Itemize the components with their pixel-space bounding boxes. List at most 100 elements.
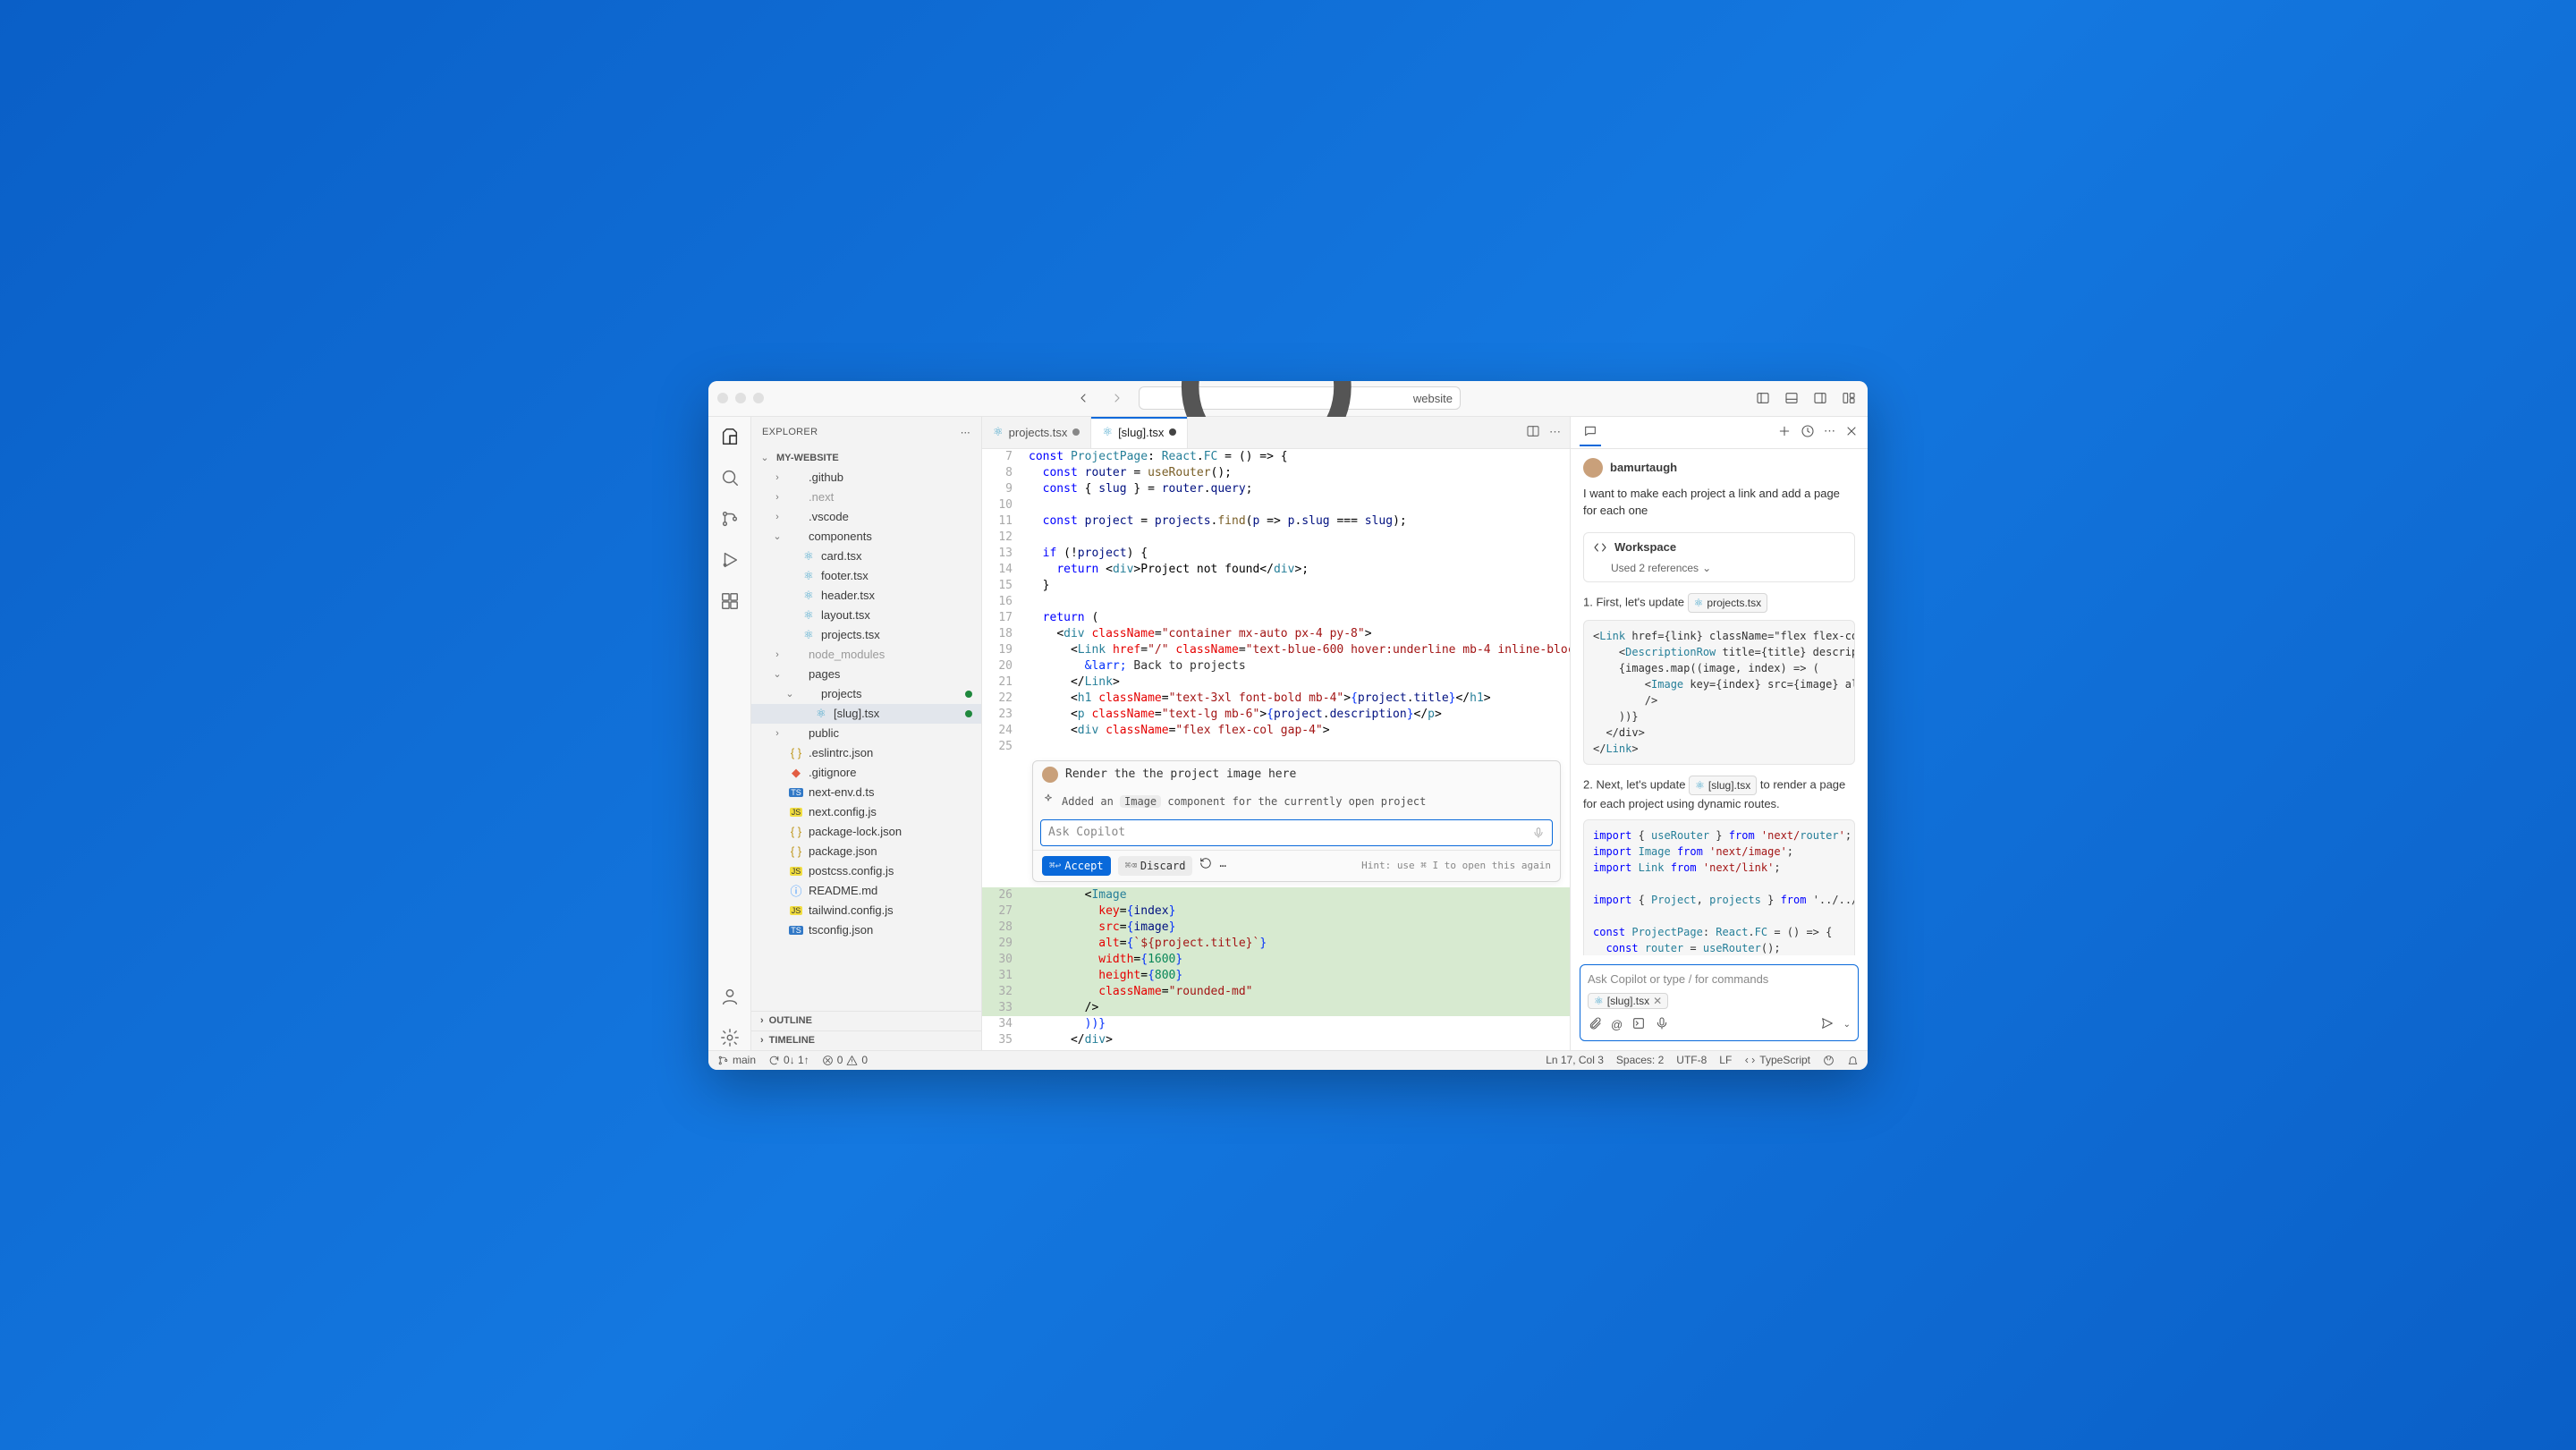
editor-more-icon[interactable]: ⋯ [1549,425,1561,439]
context-chip[interactable]: ⚛ [slug].tsx ✕ [1588,993,1668,1009]
chat-input[interactable]: Ask Copilot or type / for commands ⚛ [sl… [1580,964,1859,1041]
regenerate-icon[interactable] [1199,857,1212,874]
tree-file[interactable]: JSnext.config.js [751,802,981,822]
code-line[interactable]: 33 /> [982,1000,1570,1016]
code-line[interactable]: 18 <div className="container mx-auto px-… [982,626,1570,642]
code-line[interactable]: 12 [982,530,1570,546]
code-line[interactable]: 9 const { slug } = router.query; [982,481,1570,497]
chat-tab-icon[interactable] [1580,418,1601,446]
section-timeline[interactable]: ›TIMELINE [751,1030,981,1050]
split-editor-icon[interactable] [1526,424,1540,441]
tree-file[interactable]: JStailwind.config.js [751,901,981,920]
references-toggle[interactable]: Used 2 references ⌄ [1584,562,1854,581]
sync-indicator[interactable]: 0↓ 1↑ [768,1054,809,1066]
code-line[interactable]: 27 key={index} [982,903,1570,920]
search-icon[interactable] [717,465,742,490]
code-line[interactable]: 24 <div className="flex flex-col gap-4"> [982,723,1570,739]
branch-indicator[interactable]: main [717,1054,756,1066]
explorer-more-icon[interactable]: ⋯ [961,427,970,438]
tree-file[interactable]: ⚛footer.tsx [751,566,981,586]
indentation[interactable]: Spaces: 2 [1616,1054,1664,1066]
code-line[interactable]: 19 <Link href="/" className="text-blue-6… [982,642,1570,658]
tree-file[interactable]: { }.eslintrc.json [751,743,981,763]
code-line[interactable]: 25 [982,739,1570,755]
code-line[interactable]: 35 </div> [982,1032,1570,1048]
panel-close-icon[interactable] [1844,424,1859,441]
code-line[interactable]: 8 const router = useRouter(); [982,465,1570,481]
gear-icon[interactable] [717,1025,742,1050]
root-folder[interactable]: ⌄ MY-WEBSITE [751,448,981,468]
tree-folder[interactable]: ⌄components [751,527,981,547]
command-center[interactable]: website [1139,386,1461,410]
code-line[interactable]: 34 ))} [982,1016,1570,1032]
editor-tab[interactable]: ⚛[slug].tsx [1091,417,1188,448]
nav-back-button[interactable] [1071,387,1096,409]
code-line[interactable]: 31 height={800} [982,968,1570,984]
tree-file[interactable]: { }package-lock.json [751,822,981,842]
new-chat-icon[interactable] [1777,424,1792,441]
code-line[interactable]: 14 return <div>Project not found</div>; [982,562,1570,578]
tree-file[interactable]: { }package.json [751,842,981,861]
account-icon[interactable] [717,984,742,1009]
panel-more-icon[interactable]: ⋯ [1824,424,1835,441]
panel-left-icon[interactable] [1753,388,1773,408]
nav-forward-button[interactable] [1105,387,1130,409]
code-line[interactable]: 15 } [982,578,1570,594]
files-icon[interactable] [717,424,742,449]
snippets-icon[interactable] [1631,1016,1646,1033]
editor-tab[interactable]: ⚛projects.tsx [982,417,1091,448]
tree-folder[interactable]: ⌄pages [751,665,981,684]
tree-file[interactable]: ⚛projects.tsx [751,625,981,645]
cursor-position[interactable]: Ln 17, Col 3 [1546,1054,1604,1066]
language-mode[interactable]: TypeScript [1744,1054,1810,1066]
layout-grid-icon[interactable] [1839,388,1859,408]
section-outline[interactable]: ›OUTLINE [751,1011,981,1030]
tree-file[interactable]: ⚛card.tsx [751,547,981,566]
feedback-icon[interactable] [1823,1055,1835,1066]
tree-file[interactable]: ◆.gitignore [751,763,981,783]
tree-folder[interactable]: ⌄projects [751,684,981,704]
tree-folder[interactable]: ›node_modules [751,645,981,665]
tree-file[interactable]: ⓘREADME.md [751,881,981,901]
tree-file[interactable]: TSnext-env.d.ts [751,783,981,802]
attach-icon[interactable] [1588,1016,1602,1033]
code-line[interactable]: 30 width={1600} [982,952,1570,968]
file-chip[interactable]: ⚛ projects.tsx [1688,593,1767,613]
minimize-dot[interactable] [735,393,746,403]
tree-file[interactable]: ⚛[slug].tsx [751,704,981,724]
file-chip[interactable]: ⚛ [slug].tsx [1689,776,1757,795]
code-line[interactable]: 16 [982,594,1570,610]
eol[interactable]: LF [1719,1054,1732,1066]
remove-chip-icon[interactable]: ✕ [1653,995,1662,1007]
encoding[interactable]: UTF-8 [1676,1054,1707,1066]
history-icon[interactable] [1801,424,1815,441]
code-line[interactable]: 21 </Link> [982,674,1570,691]
code-line[interactable]: 11 const project = projects.find(p => p.… [982,513,1570,530]
code-line[interactable]: 28 src={image} [982,920,1570,936]
send-options-icon[interactable]: ⌄ [1843,1020,1851,1030]
tree-folder[interactable]: ›.github [751,468,981,488]
panel-bottom-icon[interactable] [1782,388,1801,408]
code-line[interactable]: 29 alt={`${project.title}`} [982,936,1570,952]
tree-file[interactable]: TStsconfig.json [751,920,981,940]
mic-icon[interactable] [1532,827,1545,839]
code-line[interactable]: 22 <h1 className="text-3xl font-bold mb-… [982,691,1570,707]
bell-icon[interactable] [1847,1055,1859,1066]
discard-button[interactable]: ⌘⌫ Discard [1118,856,1193,876]
code-line[interactable]: 7const ProjectPage: React.FC = () => { [982,449,1570,465]
mention-icon[interactable]: @ [1611,1018,1623,1031]
tree-file[interactable]: ⚛layout.tsx [751,606,981,625]
code-line[interactable]: 13 if (!project) { [982,546,1570,562]
debug-icon[interactable] [717,547,742,572]
send-icon[interactable] [1820,1016,1835,1033]
tree-file[interactable]: ⚛header.tsx [751,586,981,606]
close-dot[interactable] [717,393,728,403]
code-line[interactable]: 17 return ( [982,610,1570,626]
code-line[interactable]: 23 <p className="text-lg mb-6">{project.… [982,707,1570,723]
code-line[interactable]: 20 &larr; Back to projects [982,658,1570,674]
tree-folder[interactable]: ›.next [751,488,981,507]
mic-icon[interactable] [1655,1016,1669,1033]
tree-file[interactable]: JSpostcss.config.js [751,861,981,881]
code-line[interactable]: 26 <Image [982,887,1570,903]
tree-folder[interactable]: ›public [751,724,981,743]
